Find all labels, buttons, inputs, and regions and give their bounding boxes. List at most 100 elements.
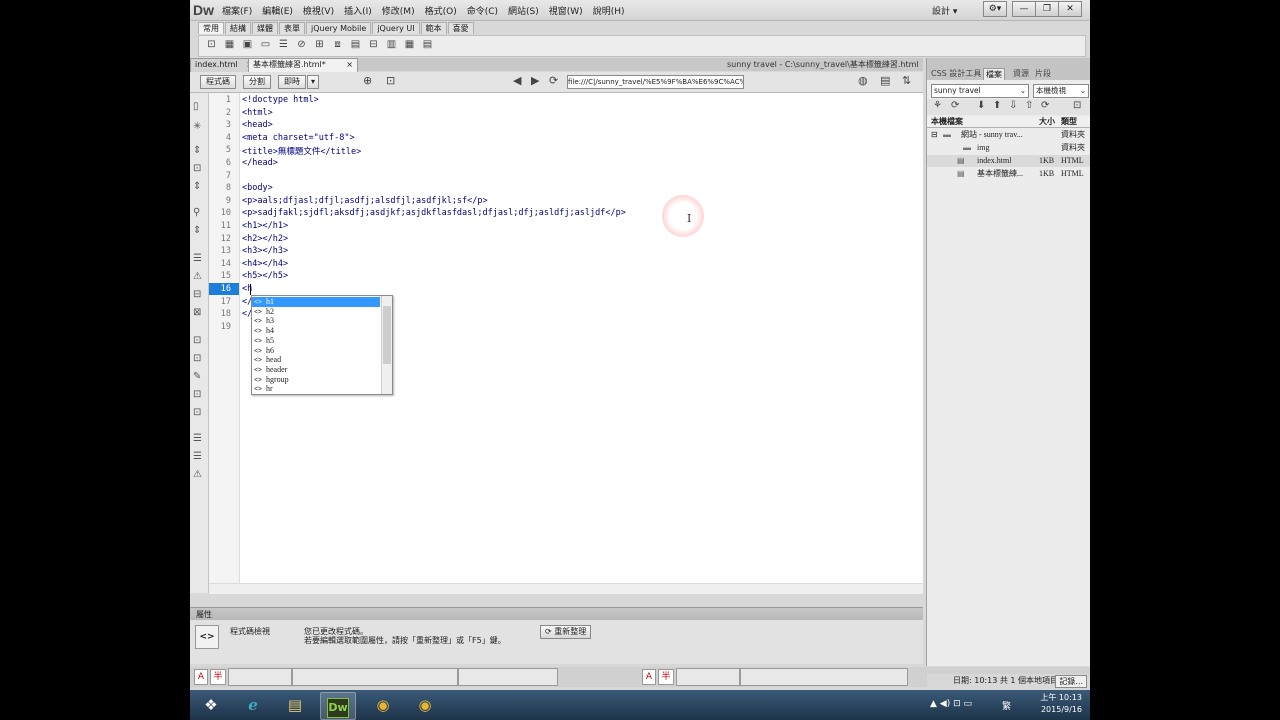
settings-icon[interactable]: ⚙▾ (983, 1, 1007, 17)
preview-browser-icon[interactable]: ◍ (858, 74, 868, 88)
balance-braces-icon[interactable]: ⚲ (193, 207, 200, 218)
ime-mode-a[interactable]: A (194, 669, 208, 685)
line-numbers-icon[interactable]: ⇕ (193, 225, 201, 236)
code-line[interactable]: <h4></h4> (242, 259, 288, 269)
expand-panel-icon[interactable]: ⊡ (1073, 100, 1081, 111)
head-icon[interactable]: ▦ (403, 39, 416, 51)
col-local-files[interactable]: 本機檔案 (931, 117, 963, 127)
insert-tab-structure[interactable]: 結構 (225, 22, 251, 34)
code-hint-item[interactable]: <> h4 (252, 326, 380, 336)
insert-tab-templates[interactable]: 範本 (420, 22, 447, 34)
tab-snippets[interactable]: 片段 (1033, 68, 1053, 79)
get-files-icon[interactable]: ⬇ (977, 100, 985, 111)
close-window-button[interactable]: ✕ (1058, 1, 1082, 17)
code-view-button[interactable]: 程式碼 (200, 75, 236, 89)
insert-tab-favorites[interactable]: 喜愛 (447, 22, 474, 34)
menu-help[interactable]: 說明(H) (593, 4, 625, 17)
expand-all-icon[interactable]: ⊡ (193, 163, 201, 174)
div-icon[interactable]: ⊡ (205, 39, 218, 51)
code-hint-item[interactable]: <> h5 (252, 336, 380, 346)
menu-commands[interactable]: 命令(C) (467, 4, 498, 17)
table-icon[interactable]: ▦ (223, 39, 236, 51)
connect-icon[interactable]: ⚘ (933, 100, 942, 111)
horizontal-scrollbar[interactable] (209, 583, 923, 594)
indent-icon[interactable]: ☰ (193, 433, 202, 444)
minimize-button[interactable]: — (1012, 1, 1036, 17)
code-line[interactable]: <body> (242, 183, 273, 193)
chrome-icon-2[interactable]: ◉ (408, 692, 442, 718)
insert-tab-media[interactable]: 媒體 (252, 22, 278, 34)
tag-icon[interactable]: ⊘ (295, 39, 308, 51)
code-line[interactable]: <h1></h1> (242, 221, 288, 231)
syntax-error-icon[interactable]: ⚠ (193, 271, 202, 282)
chrome-icon[interactable]: ◉ (366, 692, 400, 718)
media-icon[interactable]: ▣ (241, 39, 254, 51)
log-button[interactable]: 記錄... (1055, 675, 1087, 688)
code-hint-item[interactable]: <> h6 (252, 346, 380, 356)
code-line[interactable]: <p>aals;dfjasl;dfjl;asdfj;alsdfjl;asdfjk… (242, 196, 488, 206)
image-icon[interactable]: ▭ (259, 39, 272, 51)
menu-edit[interactable]: 編輯(E) (262, 4, 293, 17)
check-in-icon[interactable]: ⇧ (1025, 100, 1033, 111)
code-hint-item[interactable]: <> hgroup (252, 375, 380, 385)
code-line[interactable]: </head> (242, 158, 278, 168)
live-view-dropdown[interactable]: ▾ (307, 75, 320, 89)
start-button[interactable]: ❖ (194, 692, 228, 718)
outdent-icon[interactable]: ☰ (193, 451, 202, 462)
tab-css-designer[interactable]: CSS 設計工具 (929, 68, 983, 79)
select-parent-tag-icon[interactable]: ⇕ (193, 181, 201, 192)
sync-icon[interactable]: ⟳ (1041, 100, 1049, 111)
dreamweaver-taskbar-button[interactable]: Dw (320, 692, 356, 720)
refresh-button[interactable]: ⟳ 重新整理 (540, 625, 592, 639)
ime-half-width[interactable]: 半 (210, 669, 226, 685)
anchor-icon[interactable]: ⧈ (331, 39, 344, 51)
visual-aids-icon[interactable]: ▤ (880, 74, 890, 88)
date-icon[interactable]: ⊟ (367, 39, 380, 51)
maximize-button[interactable]: ❐ (1035, 1, 1059, 17)
code-hint-item[interactable]: <> h2 (252, 307, 380, 317)
paragraph-icon[interactable]: ☰ (277, 39, 290, 51)
apply-comment-icon[interactable]: ⊡ (193, 335, 201, 346)
back-arrow-icon[interactable]: ◀ (513, 74, 521, 88)
file-row-img[interactable]: ▬ img 資料夾 (927, 142, 1090, 154)
code-line[interactable]: <!doctype html> (242, 95, 319, 105)
code-line[interactable]: <h3></h3> (242, 246, 288, 256)
code-line[interactable]: <h2></h2> (242, 234, 288, 244)
collapse-selection-icon[interactable]: ⇕ (193, 145, 201, 156)
syntax-coloring-icon[interactable]: ⊠ (193, 307, 201, 318)
collapse-tag-icon[interactable]: ✳ (193, 121, 201, 132)
put-files-icon[interactable]: ⬆ (993, 100, 1001, 111)
recent-snippets-icon[interactable]: ⊡ (193, 389, 201, 400)
address-field[interactable]: file:///C|/sunny_travel/%E5%9F%BA%E6%9C%… (567, 75, 744, 89)
remove-comment-icon[interactable]: ⊡ (193, 353, 201, 364)
ime-half-width-2[interactable]: 半 (658, 669, 674, 685)
link-icon[interactable]: ⊞ (313, 39, 326, 51)
col-type[interactable]: 類型 (1061, 117, 1077, 127)
code-line[interactable]: <h (242, 284, 252, 294)
code-line[interactable]: <p>sadjfakl;sjdfl;aksdfj;asdjkf;asjdkfla… (242, 208, 626, 218)
file-management-icon[interactable]: ⇅ (902, 74, 911, 88)
site-select[interactable]: sunny travel ⌄ (931, 84, 1029, 98)
close-icon[interactable]: × (346, 59, 353, 71)
input-language-indicator[interactable]: 繁 (1002, 699, 1011, 712)
internet-explorer-icon[interactable]: e (236, 692, 270, 718)
live-view-button[interactable]: 即時 (278, 75, 306, 89)
code-hint-popup[interactable]: <> h1 <> h2 <> h3 <> h4 <> h5 <> h6 <> head <> header <>… (251, 295, 393, 395)
file-row-site-root[interactable]: ⊟ ▬ 網站 - sunny trav... 資料夾 (927, 129, 1090, 141)
collapse-icon[interactable]: ⊟ (931, 129, 938, 141)
code-line[interactable]: <meta charset="utf-8"> (242, 133, 355, 143)
scrollbar-thumb[interactable] (383, 306, 391, 364)
file-row-index-html[interactable]: ▤ index.html 1KB HTML (927, 155, 1090, 167)
highlight-invalid-icon[interactable]: ☰ (193, 253, 202, 264)
email-icon[interactable]: ▤ (349, 39, 362, 51)
format-source-icon[interactable]: ⚠ (193, 469, 202, 480)
code-hint-item[interactable]: <> head (252, 355, 380, 365)
tray-icons[interactable]: ▲ ◀) ⊡ ▭ (930, 699, 972, 709)
menu-site[interactable]: 網站(S) (508, 4, 539, 17)
menu-modify[interactable]: 修改(M) (382, 4, 415, 17)
inspect-icon[interactable]: ⊕ (363, 74, 372, 88)
menu-file[interactable]: 檔案(F) (222, 4, 252, 17)
multiscreen-icon[interactable]: ⊡ (386, 74, 395, 88)
view-select[interactable]: 本機檢視 ⌄ (1033, 84, 1089, 98)
file-row-basic-tags[interactable]: ▤ 基本標籤練... 1KB HTML (927, 168, 1090, 180)
